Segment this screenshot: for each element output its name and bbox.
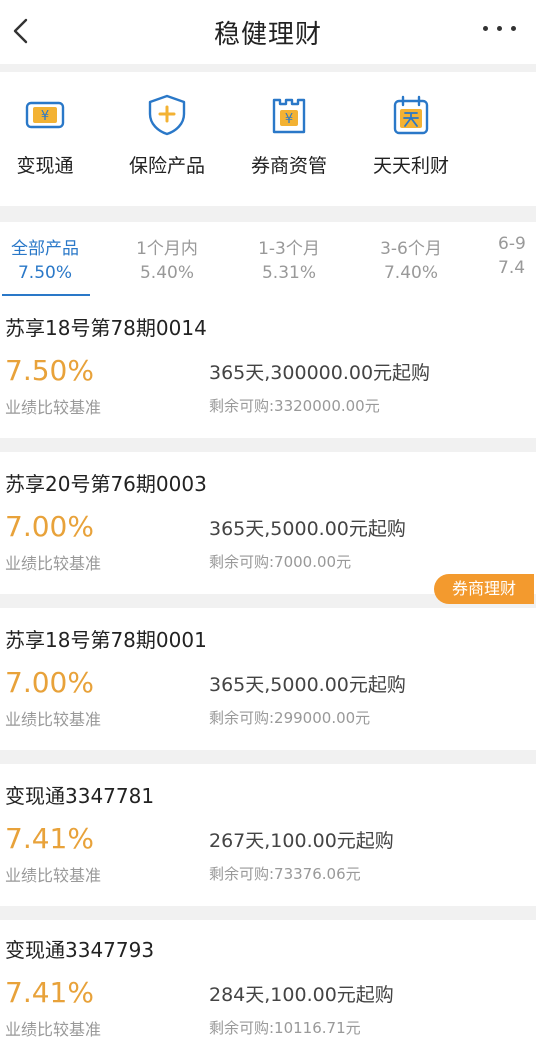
tab-rate: 5.40% xyxy=(139,263,194,283)
divider xyxy=(0,206,536,222)
tab-rate: 7.40% xyxy=(383,263,438,283)
divider xyxy=(0,750,536,764)
quick-link-brokerage[interactable]: ¥ 券商资管 xyxy=(234,92,344,182)
product-rate: 7.41% xyxy=(5,822,94,855)
product-card[interactable]: 变现通3347781 7.41% 业绩比较基准 267天,100.00元起购 剩… xyxy=(0,768,536,908)
product-name: 苏享18号第78期0014 xyxy=(5,316,207,340)
svg-text:¥: ¥ xyxy=(285,112,293,127)
quick-link-bianxiantong[interactable]: ¥ 变现通 xyxy=(0,92,100,182)
brokerage-badge: 券商理财 xyxy=(434,574,534,604)
tab-label: 全部产品 xyxy=(11,239,79,259)
tab-label: 1-3个月 xyxy=(258,239,320,259)
product-rate: 7.00% xyxy=(5,510,94,543)
rate-label: 业绩比较基准 xyxy=(5,866,102,885)
more-horizontal-icon[interactable] xyxy=(483,26,516,31)
product-name: 变现通3347781 xyxy=(5,784,155,808)
tab-rate: 5.31% xyxy=(261,263,316,283)
quick-link-label: 天天利财 xyxy=(372,155,449,177)
product-remaining: 剩余可购:7000.00元 xyxy=(209,553,352,571)
product-terms: 365天,5000.00元起购 xyxy=(209,518,406,540)
yen-ticket-icon: ¥ xyxy=(25,101,65,129)
product-remaining: 剩余可购:10116.71元 xyxy=(209,1019,361,1037)
tab-rate: 7.4 xyxy=(498,258,526,278)
rate-label: 业绩比较基准 xyxy=(5,710,102,729)
quick-links: ¥ 变现通 保险产品 ¥ 券商资管 天天利财 xyxy=(0,92,536,182)
active-tab-indicator xyxy=(2,294,90,296)
quick-link-insurance[interactable]: 保险产品 xyxy=(112,92,222,182)
tab-within-1-month[interactable]: 1个月内 5.40% xyxy=(117,234,217,283)
divider xyxy=(0,438,536,452)
rate-label: 业绩比较基准 xyxy=(5,398,102,417)
tab-label: 6-9 xyxy=(498,234,526,254)
product-name: 苏享18号第78期0001 xyxy=(5,628,207,652)
product-name: 变现通3347793 xyxy=(5,938,155,962)
rate-label: 业绩比较基准 xyxy=(5,554,102,573)
product-remaining: 剩余可购:73376.06元 xyxy=(209,865,361,883)
product-card[interactable]: 苏享18号第78期0001 7.00% 业绩比较基准 365天,5000.00元… xyxy=(0,612,536,752)
product-rate: 7.41% xyxy=(5,976,94,1009)
product-terms: 365天,5000.00元起购 xyxy=(209,674,406,696)
svg-text:¥: ¥ xyxy=(41,109,49,124)
tab-label: 3-6个月 xyxy=(380,239,442,259)
quick-link-label: 变现通 xyxy=(16,155,74,177)
product-terms: 365天,300000.00元起购 xyxy=(209,362,431,384)
product-rate: 7.00% xyxy=(5,666,94,699)
product-name: 苏享20号第76期0003 xyxy=(5,472,207,496)
yen-tower-icon: ¥ xyxy=(272,98,306,134)
tab-all-products[interactable]: 全部产品 7.50% xyxy=(0,234,95,283)
tab-6-9-months[interactable]: 6-9 7.4 xyxy=(480,234,536,278)
product-remaining: 剩余可购:299000.00元 xyxy=(209,709,371,727)
product-terms: 284天,100.00元起购 xyxy=(209,984,394,1006)
tab-1-3-months[interactable]: 1-3个月 5.31% xyxy=(239,234,339,283)
shield-plus-icon xyxy=(148,94,186,136)
tab-rate: 7.50% xyxy=(17,263,72,283)
product-rate: 7.50% xyxy=(5,354,94,387)
product-card[interactable]: 变现通3347793 7.41% 业绩比较基准 284天,100.00元起购 剩… xyxy=(0,922,536,1060)
product-remaining: 剩余可购:3320000.00元 xyxy=(209,397,380,415)
product-terms: 267天,100.00元起购 xyxy=(209,830,394,852)
rate-label: 业绩比较基准 xyxy=(5,1020,102,1039)
quick-link-tiantianlicai[interactable]: 天天利财 xyxy=(356,92,466,182)
term-filter-tabs: 全部产品 7.50% 1个月内 5.40% 1-3个月 5.31% 3-6个月 … xyxy=(0,228,536,296)
page-title: 稳健理财 xyxy=(213,20,322,50)
calendar-tian-icon xyxy=(393,95,429,135)
divider xyxy=(0,906,536,920)
divider xyxy=(0,64,536,72)
quick-link-label: 券商资管 xyxy=(250,155,327,177)
app-header: 稳健理财 xyxy=(0,0,536,64)
product-card[interactable]: 苏享18号第78期0014 7.50% 业绩比较基准 365天,300000.0… xyxy=(0,300,536,440)
quick-link-label: 保险产品 xyxy=(128,155,205,177)
tab-3-6-months[interactable]: 3-6个月 7.40% xyxy=(361,234,461,283)
tab-label: 1个月内 xyxy=(136,239,198,259)
